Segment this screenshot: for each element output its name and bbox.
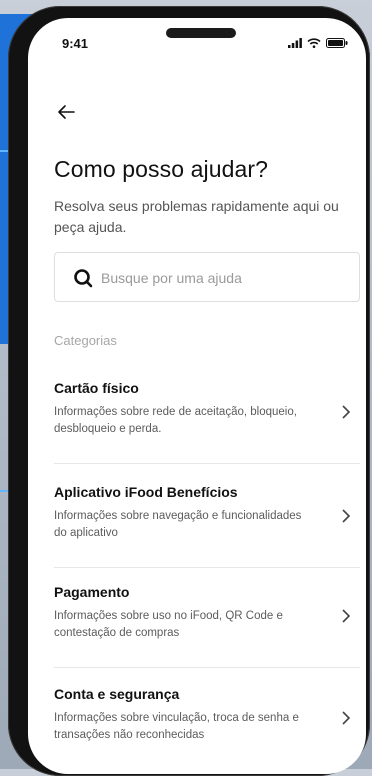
battery-icon <box>326 38 348 48</box>
page-subtitle: Resolva seus problemas rapidamente aqui … <box>54 198 339 235</box>
wifi-icon <box>307 38 321 48</box>
chevron-right-icon <box>342 711 351 725</box>
search-input[interactable] <box>99 265 343 291</box>
chevron-right-icon <box>342 509 351 523</box>
category-description: Informações sobre navegação e funcionali… <box>54 510 302 539</box>
category-aplicativo[interactable]: Aplicativo iFood Benefícios Informações … <box>54 472 360 568</box>
search-icon <box>74 269 93 288</box>
category-title: Aplicativo iFood Benefícios <box>54 484 238 500</box>
category-description: Informações sobre uso no iFood, QR Code … <box>54 610 283 639</box>
category-title: Conta e segurança <box>54 686 180 702</box>
category-cartao-fisico[interactable]: Cartão físico Informações sobre rede de … <box>54 368 360 464</box>
page-title: Como posso ajudar? <box>54 156 269 182</box>
signal-icon <box>288 38 302 48</box>
category-title: Cartão físico <box>54 380 139 396</box>
back-arrow-icon[interactable] <box>54 100 78 124</box>
chevron-right-icon <box>342 609 351 623</box>
category-title: Pagamento <box>54 584 130 600</box>
speaker-notch <box>166 28 236 38</box>
search-box[interactable] <box>54 252 360 302</box>
categories-heading: Categorias <box>54 333 117 348</box>
app-screen: 9:41 Como posso ajudar? Resolva seus pro… <box>28 18 366 774</box>
status-time: 9:41 <box>62 36 89 51</box>
status-bar: 9:41 <box>28 18 366 62</box>
status-icons <box>288 38 348 48</box>
category-description: Informações sobre rede de aceitação, blo… <box>54 406 297 435</box>
category-description: Informações sobre vinculação, troca de s… <box>54 712 299 741</box>
category-conta-seguranca[interactable]: Conta e segurança Informações sobre vinc… <box>54 674 360 770</box>
phone-frame: 9:41 Como posso ajudar? Resolva seus pro… <box>8 6 370 776</box>
chevron-right-icon <box>342 405 351 419</box>
category-pagamento[interactable]: Pagamento Informações sobre uso no iFood… <box>54 572 360 668</box>
